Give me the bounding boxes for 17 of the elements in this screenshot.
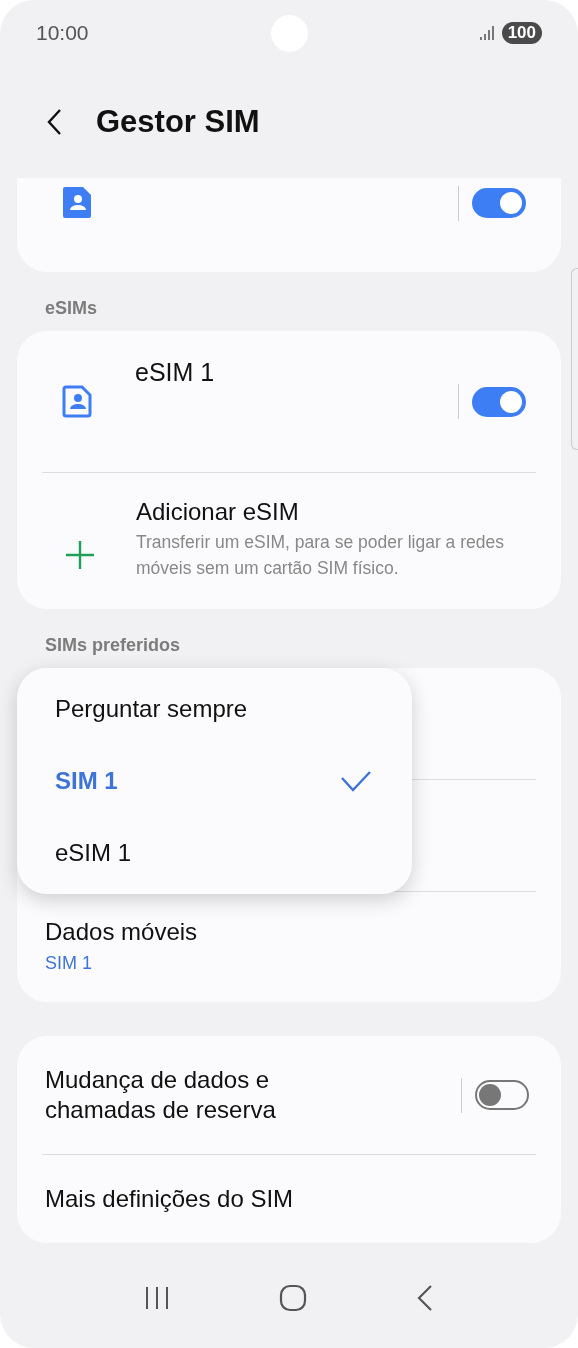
item-title: Adicionar eSIM: [136, 497, 300, 527]
section-heading: eSIMs: [44, 297, 99, 320]
add-esim-item[interactable]: Adicionar eSIM Transferir um eSIM, para se poder ligar a redes móveis sem um cartão SIM físico.: [17, 473, 561, 609]
settings-item[interactable]: Mais definições do SIM: [17, 1155, 561, 1243]
item-value: SIM 1: [45, 953, 93, 974]
item-description: Transferir um eSIM, para se poder ligar a redes móveis sem um cartão SIM físico.: [136, 531, 505, 580]
preference-item[interactable]: Dados móveis SIM 1: [17, 892, 561, 1002]
menu-option[interactable]: SIM 1: [17, 745, 412, 817]
menu-option[interactable]: eSIM 1: [17, 817, 412, 889]
status-time: 10:00: [36, 21, 90, 45]
item-title: Mudança de dados e chamadas de reserva: [45, 1065, 277, 1125]
esim-name: eSIM 1: [134, 357, 216, 387]
page-title: Gestor SIM: [96, 104, 260, 140]
section-heading: SIMs preferidos: [44, 634, 182, 657]
item-title: Dados móveis: [45, 917, 199, 947]
menu-option[interactable]: Perguntar sempre: [17, 673, 412, 745]
battery-level: 100: [501, 22, 542, 44]
